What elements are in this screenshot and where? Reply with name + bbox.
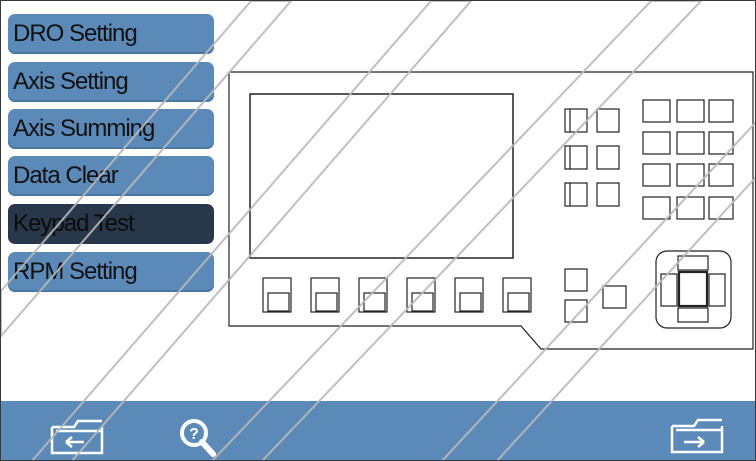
app-window: DRO Setting Axis Setting Axis Summing Da… bbox=[0, 0, 756, 461]
lower-key-mid bbox=[602, 285, 627, 309]
panel-outline bbox=[228, 71, 754, 350]
soft-key-1 bbox=[262, 277, 292, 313]
soft-key-3 bbox=[358, 277, 388, 313]
folder-exit-icon[interactable] bbox=[666, 412, 728, 456]
direction-pad bbox=[655, 250, 732, 329]
soft-keys bbox=[262, 277, 532, 313]
folder-back-icon[interactable] bbox=[46, 415, 108, 455]
numeric-keypad bbox=[642, 99, 734, 220]
axis-keys bbox=[564, 108, 620, 207]
bottom-toolbar: ? bbox=[1, 401, 755, 460]
soft-key-6 bbox=[502, 277, 532, 313]
soft-key-4 bbox=[406, 277, 436, 313]
lower-key-top bbox=[564, 268, 588, 292]
keypad-diagram bbox=[228, 71, 754, 350]
soft-key-5 bbox=[454, 277, 484, 313]
display-screen bbox=[249, 93, 514, 259]
soft-key-2 bbox=[310, 277, 340, 313]
zoom-search-icon[interactable]: ? bbox=[177, 416, 219, 458]
lower-key-bottom bbox=[564, 299, 588, 323]
svg-text:?: ? bbox=[189, 426, 199, 443]
